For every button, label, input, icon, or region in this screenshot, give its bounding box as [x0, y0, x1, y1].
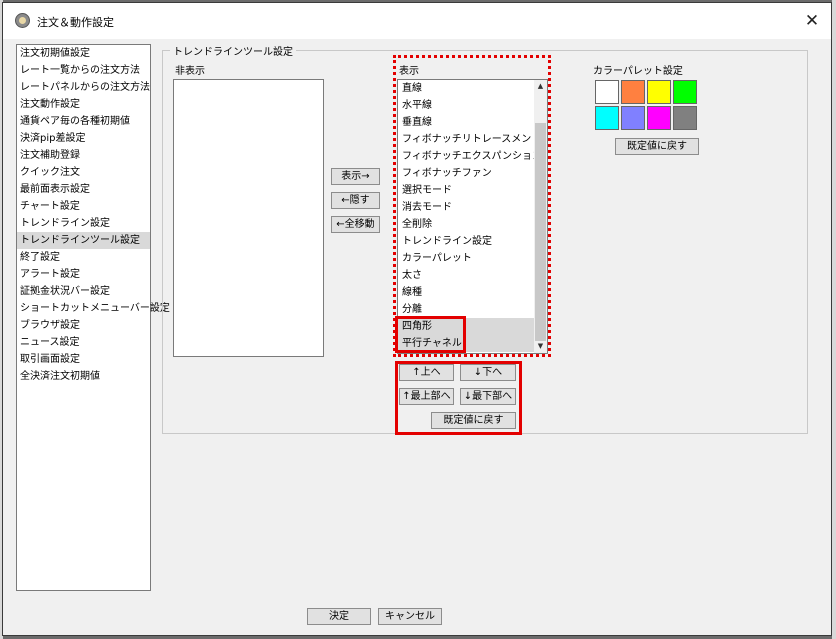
palette-reset-button[interactable]: 既定値に戻す: [615, 138, 699, 155]
list-item[interactable]: 分離: [398, 301, 547, 318]
show-button[interactable]: 表示→: [331, 168, 380, 185]
sidebar-item[interactable]: チャート設定: [17, 198, 150, 215]
palette-swatch-8[interactable]: [673, 106, 697, 130]
shown-list-label: 表示: [399, 66, 419, 77]
list-item[interactable]: 垂直線: [398, 114, 547, 131]
sidebar-item[interactable]: ニュース設定: [17, 334, 150, 351]
sidebar-item[interactable]: トレンドラインツール設定: [17, 232, 150, 249]
move-all-button[interactable]: ←全移動: [331, 216, 380, 233]
sidebar-item[interactable]: 決済pip差設定: [17, 130, 150, 147]
scroll-down-icon[interactable]: ▼: [534, 340, 547, 353]
group-title: トレンドラインツール設定: [170, 43, 296, 58]
scroll-thumb[interactable]: [535, 123, 546, 341]
list-item[interactable]: 全削除: [398, 216, 547, 233]
sidebar-item[interactable]: 全決済注文初期値: [17, 368, 150, 385]
shown-list-scrollbar[interactable]: ▲ ▼: [534, 80, 547, 353]
sidebar-item[interactable]: クイック注文: [17, 164, 150, 181]
sidebar-item[interactable]: アラート設定: [17, 266, 150, 283]
ok-button[interactable]: 決定: [307, 608, 371, 625]
list-item[interactable]: 四角形: [398, 318, 547, 335]
move-up-button[interactable]: ↑上へ: [399, 364, 454, 381]
list-item[interactable]: トレンドライン設定: [398, 233, 547, 250]
list-item[interactable]: フィボナッチエクスパンション: [398, 148, 547, 165]
window-title: 注文＆動作設定: [37, 16, 114, 29]
sidebar-item[interactable]: ショートカットメニューバー設定: [17, 300, 170, 317]
palette-swatch-4[interactable]: [673, 80, 697, 104]
sidebar-item[interactable]: 取引画面設定: [17, 351, 150, 368]
palette-swatch-7[interactable]: [647, 106, 671, 130]
sidebar-item[interactable]: トレンドライン設定: [17, 215, 150, 232]
sidebar-item[interactable]: レート一覧からの注文方法: [17, 62, 150, 79]
sidebar-item[interactable]: 終了設定: [17, 249, 150, 266]
list-item[interactable]: 消去モード: [398, 199, 547, 216]
palette-swatch-3[interactable]: [647, 80, 671, 104]
scroll-up-icon[interactable]: ▲: [534, 80, 547, 93]
app-icon: [15, 13, 30, 28]
hide-button[interactable]: ←隠す: [331, 192, 380, 209]
move-down-button[interactable]: ↓下へ: [460, 364, 516, 381]
sidebar-item[interactable]: 注文動作設定: [17, 96, 150, 113]
settings-category-list[interactable]: 注文初期値設定 レート一覧からの注文方法 レートパネルからの注文方法 注文動作設定 通貨…: [16, 44, 170, 591]
background-app-right: [832, 0, 836, 639]
list-item[interactable]: 選択モード: [398, 182, 547, 199]
list-item[interactable]: 水平線: [398, 97, 547, 114]
palette-swatch-1[interactable]: [595, 80, 619, 104]
cancel-button[interactable]: キャンセル: [378, 608, 442, 625]
palette-swatch-2[interactable]: [621, 80, 645, 104]
sidebar-item[interactable]: レートパネルからの注文方法: [17, 79, 150, 96]
hidden-list-label: 非表示: [175, 66, 205, 77]
hidden-items-list[interactable]: [173, 79, 324, 357]
shown-items-list[interactable]: 直線 水平線 垂直線 フィボナッチリトレースメント フィボナッチエクスパンション フィボナ…: [397, 79, 548, 354]
list-item[interactable]: フィボナッチファン: [398, 165, 547, 182]
list-item[interactable]: 太さ: [398, 267, 547, 284]
close-icon[interactable]: ✕: [799, 8, 825, 34]
palette-label: カラーパレット設定: [593, 66, 683, 77]
palette-swatch-5[interactable]: [595, 106, 619, 130]
title-bar: 注文＆動作設定 ✕: [3, 3, 831, 39]
list-reset-button[interactable]: 既定値に戻す: [431, 412, 516, 429]
list-item[interactable]: 平行チャネル: [398, 335, 547, 352]
sidebar-item[interactable]: ブラウザ設定: [17, 317, 150, 334]
sidebar-item[interactable]: 通貨ペア毎の各種初期値: [17, 113, 150, 130]
list-item[interactable]: カラーパレット: [398, 250, 547, 267]
palette-swatch-6[interactable]: [621, 106, 645, 130]
sidebar-item[interactable]: 注文補助登録: [17, 147, 150, 164]
move-bottom-button[interactable]: ↓最下部へ: [460, 388, 516, 405]
list-item[interactable]: フィボナッチリトレースメント: [398, 131, 547, 148]
move-top-button[interactable]: ↑最上部へ: [399, 388, 454, 405]
sidebar-item[interactable]: 最前面表示設定: [17, 181, 150, 198]
list-item[interactable]: 線種: [398, 284, 547, 301]
sidebar-item[interactable]: 証拠金状況バー設定: [17, 283, 150, 300]
list-item[interactable]: 直線: [398, 80, 547, 97]
sidebar-item[interactable]: 注文初期値設定: [17, 45, 150, 62]
